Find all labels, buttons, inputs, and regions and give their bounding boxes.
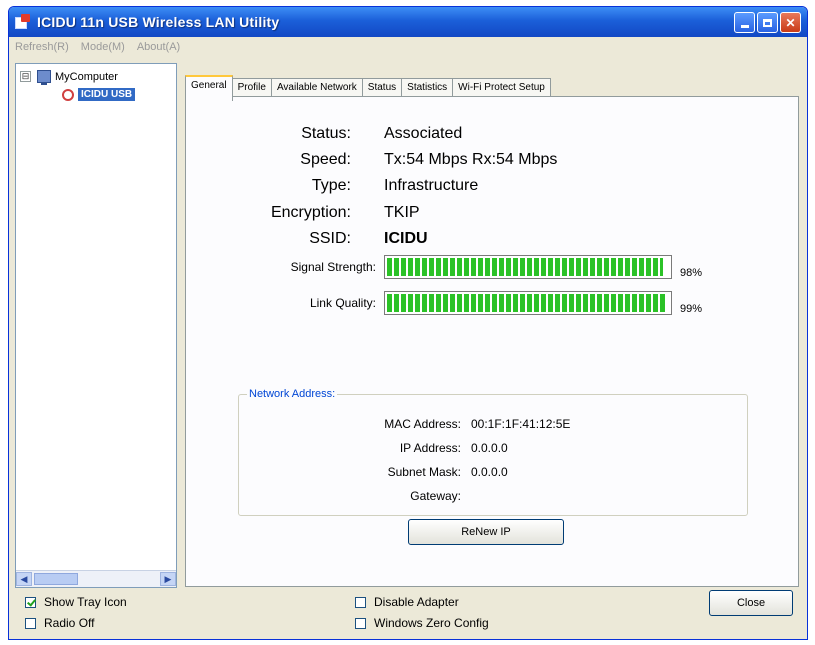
tab-strip: General Profile Available Network Status… [185,75,551,101]
encryption-label: Encryption: [270,204,351,221]
utility-window: ICIDU 11n USB Wireless LAN Utility ✕ Ref… [8,6,808,640]
general-panel: Status: Associated Speed: Tx:54 Mbps Rx:… [185,96,799,587]
menu-bar: Refresh(R) Mode(M) About(A) [9,37,807,57]
disable-adapter-label: Disable Adapter [374,595,459,609]
collapse-icon[interactable]: ⊟ [20,71,31,82]
signal-strength-bar [384,255,672,279]
signal-strength-fill [387,258,664,276]
tree-item-adapter[interactable]: ICIDU USB [62,88,136,101]
speed-value: Tx:54 Mbps Rx:54 Mbps [384,151,558,168]
radio-off-option[interactable]: Radio Off [25,616,94,630]
maximize-icon [763,18,772,27]
maximize-button[interactable] [757,12,778,33]
ssid-label: SSID: [309,230,351,247]
app-icon [15,14,31,30]
windows-zero-config-checkbox[interactable] [355,617,366,629]
link-quality-percent: 99% [680,303,703,315]
radio-off-checkbox[interactable] [25,617,36,629]
menu-about[interactable]: About(A) [137,41,180,53]
gateway-label: Gateway: [410,489,461,503]
title-bar[interactable]: ICIDU 11n USB Wireless LAN Utility ✕ [9,7,807,37]
mac-address-label: MAC Address: [384,417,461,431]
radio-off-label: Radio Off [44,616,95,630]
disable-adapter-option[interactable]: Disable Adapter [355,595,459,609]
minimize-icon [740,25,749,28]
show-tray-icon-option[interactable]: Show Tray Icon [25,595,127,609]
mac-address-value: 00:1F:1F:41:12:5E [471,417,571,431]
windows-zero-config-option[interactable]: Windows Zero Config [355,616,489,630]
link-quality-bar [384,291,672,315]
link-quality-fill [387,294,667,312]
windows-zero-config-label: Windows Zero Config [374,616,489,630]
scroll-thumb[interactable] [34,573,78,585]
close-icon: ✕ [785,15,796,30]
link-quality-label: Link Quality: [309,296,376,310]
show-tray-icon-label: Show Tray Icon [44,595,127,609]
adapter-tree: ⊟ MyComputer ICIDU USB ◀ ▶ [15,63,177,588]
tree-root-label: MyComputer [55,70,118,83]
menu-mode[interactable]: Mode(M) [81,41,125,53]
subnet-mask-value: 0.0.0.0 [471,465,508,479]
network-address-group: Network Address: MAC Address: 00:1F:1F:4… [238,388,748,516]
ip-address-value: 0.0.0.0 [471,441,508,455]
ip-address-label: IP Address: [399,441,461,455]
tab-general[interactable]: General [185,75,233,101]
scroll-right-icon[interactable]: ▶ [160,572,176,586]
speed-label: Speed: [300,151,351,168]
type-value: Infrastructure [384,177,479,194]
network-address-title: Network Address: [247,388,338,400]
subnet-mask-label: Subnet Mask: [387,465,461,479]
signal-strength-percent: 98% [680,267,703,279]
signal-strength-label: Signal Strength: [290,260,376,274]
computer-icon [37,70,51,85]
tree-item-label: ICIDU USB [78,88,136,101]
type-label: Type: [311,177,351,194]
renew-ip-button[interactable]: ReNew IP [408,519,564,545]
menu-refresh[interactable]: Refresh(R) [15,41,69,53]
close-window-button[interactable]: ✕ [780,12,801,33]
status-label: Status: [301,125,351,142]
status-value: Associated [384,125,463,142]
minimize-button[interactable] [734,12,755,33]
window-controls: ✕ [734,12,801,33]
scroll-left-icon[interactable]: ◀ [16,572,32,586]
ssid-value: ICIDU [384,230,428,247]
horizontal-scrollbar[interactable]: ◀ ▶ [16,570,176,587]
close-button[interactable]: Close [709,590,793,616]
window-title: ICIDU 11n USB Wireless LAN Utility [37,14,280,30]
disable-adapter-checkbox[interactable] [355,596,366,608]
wireless-adapter-icon [62,88,74,101]
tree-root-mycomputer[interactable]: ⊟ MyComputer [20,70,118,85]
encryption-value: TKIP [384,204,420,221]
show-tray-icon-checkbox[interactable] [25,596,36,608]
